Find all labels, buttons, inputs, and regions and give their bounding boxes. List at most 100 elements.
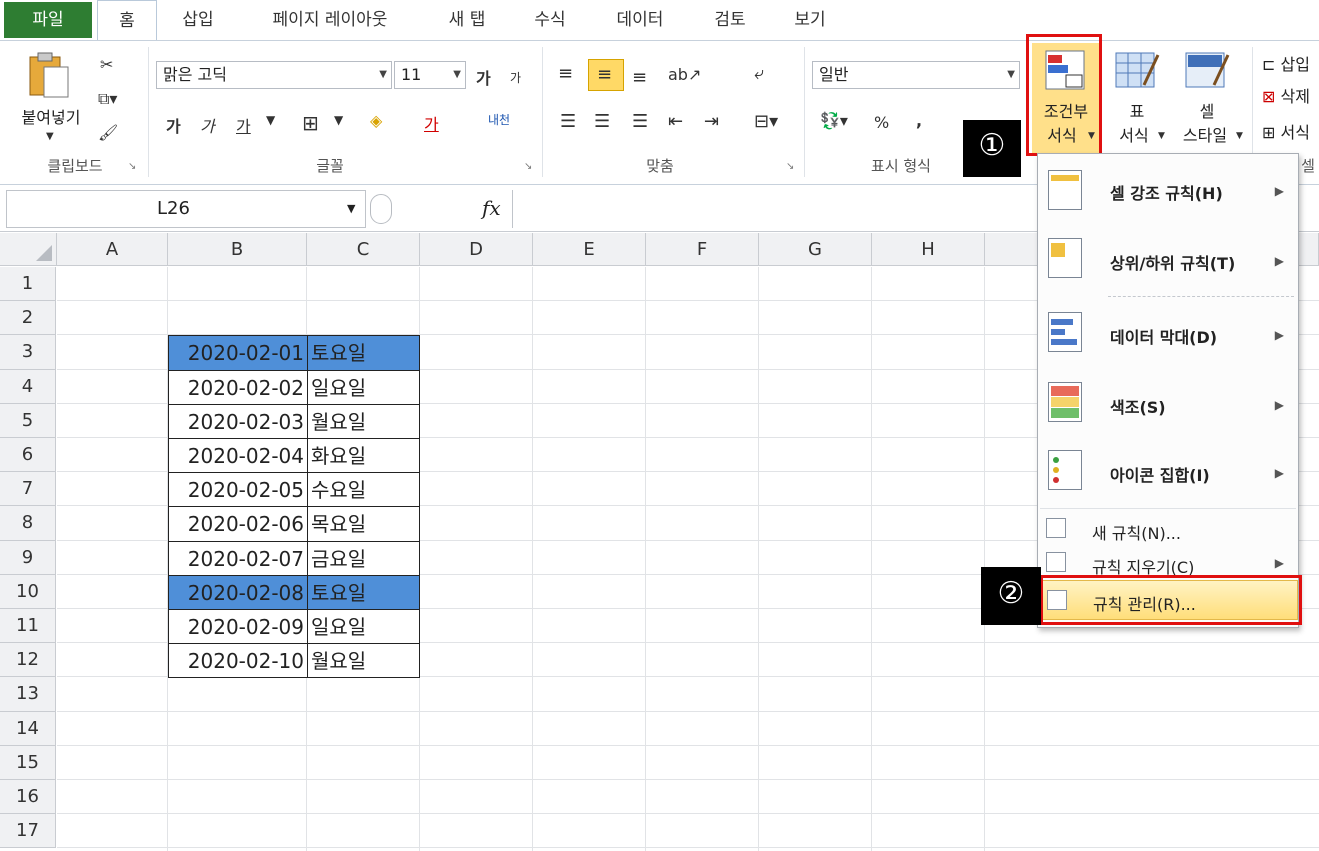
align-top-icon[interactable]: ≡ [558, 63, 573, 84]
menu-item-icon-sets[interactable]: 아이콘 집합(I) ▶ [1038, 438, 1298, 504]
row-header[interactable]: 1 [0, 267, 56, 302]
copy-icon[interactable]: ⧉▾ [98, 89, 117, 109]
cell-date[interactable]: 2020-02-08 [168, 574, 308, 610]
cell-weekday[interactable]: 금요일 [307, 540, 420, 576]
insert-cells-button[interactable]: ⊏ 삽입 [1262, 51, 1319, 75]
format-as-table-button[interactable]: 표 서식 ▼ [1106, 43, 1168, 153]
column-header[interactable]: B [168, 233, 307, 266]
number-format-combo[interactable]: 일반 ▼ [812, 61, 1020, 89]
chevron-down-icon[interactable]: ▼ [334, 113, 343, 127]
cell-weekday[interactable]: 토요일 [307, 574, 420, 610]
cell-date[interactable]: 2020-02-05 [168, 472, 308, 508]
fill-color-icon[interactable]: ◈ [370, 111, 382, 130]
cell-styles-button[interactable]: 셀 스타일 ▼ [1172, 43, 1248, 153]
column-header[interactable]: H [872, 233, 985, 266]
wrap-text-icon[interactable]: ⤶ [754, 63, 764, 84]
menu-item-highlight-cell-rules[interactable]: 셀 강조 규칙(H) ▶ [1038, 156, 1298, 224]
column-header[interactable]: A [57, 233, 168, 266]
formula-bar-splitter[interactable] [370, 194, 392, 224]
function-icon[interactable]: fx [482, 196, 501, 220]
cell-weekday[interactable]: 토요일 [307, 335, 420, 371]
cell-weekday[interactable]: 월요일 [307, 403, 420, 439]
row-header[interactable]: 14 [0, 711, 56, 746]
align-center-icon[interactable]: ☰ [594, 111, 610, 132]
column-header[interactable]: D [420, 233, 533, 266]
menu-item-data-bars[interactable]: 데이터 막대(D) ▶ [1038, 300, 1298, 366]
currency-icon[interactable]: 💱▾ [820, 111, 848, 130]
cell-date[interactable]: 2020-02-07 [168, 540, 308, 576]
row-header[interactable]: 8 [0, 506, 56, 541]
align-left-icon[interactable]: ☰ [560, 111, 576, 132]
dialog-launcher-icon[interactable]: ↘ [128, 161, 136, 172]
row-header[interactable]: 16 [0, 780, 56, 815]
align-bottom-icon[interactable]: ≡ [632, 67, 647, 88]
font-name-combo[interactable]: 맑은 고딕 ▼ [156, 61, 392, 89]
increase-indent-icon[interactable]: ⇥ [704, 111, 719, 132]
tab-new[interactable]: 새 탭 [432, 0, 502, 40]
row-header[interactable]: 6 [0, 438, 56, 473]
cell-date[interactable]: 2020-02-10 [168, 643, 308, 679]
formula-input[interactable] [512, 190, 1032, 228]
cut-icon[interactable]: ✂ [100, 55, 113, 74]
border-icon[interactable]: ⊞ [302, 111, 319, 135]
italic-button[interactable]: 가 [200, 113, 215, 137]
format-painter-icon[interactable]: 🖌 [98, 123, 118, 142]
row-header[interactable]: 5 [0, 403, 56, 438]
cell-weekday[interactable]: 화요일 [307, 438, 420, 474]
dialog-launcher-icon[interactable]: ↘ [786, 161, 794, 172]
row-header[interactable]: 3 [0, 335, 56, 370]
font-color-icon[interactable]: 가 [424, 111, 439, 135]
cell-date[interactable]: 2020-02-01 [168, 335, 308, 371]
orientation-icon[interactable]: ab↗ [668, 65, 701, 84]
align-middle-button[interactable]: ≡ [588, 59, 624, 91]
align-right-icon[interactable]: ☰ [632, 111, 648, 132]
chevron-down-icon[interactable]: ▼ [266, 113, 275, 127]
menu-item-top-bottom-rules[interactable]: 상위/하위 규칙(T) ▶ [1038, 226, 1298, 294]
tab-file[interactable]: 파일 [4, 2, 92, 38]
tab-home[interactable]: 홈 [97, 0, 157, 40]
tab-view[interactable]: 보기 [780, 0, 840, 40]
cell-date[interactable]: 2020-02-04 [168, 438, 308, 474]
percent-button[interactable]: % [874, 113, 889, 132]
row-header[interactable]: 11 [0, 609, 56, 644]
cell-weekday[interactable]: 월요일 [307, 643, 420, 679]
tab-page-layout[interactable]: 페이지 레이아웃 [250, 0, 410, 40]
dialog-launcher-icon[interactable]: ↘ [524, 161, 532, 172]
row-header[interactable]: 15 [0, 745, 56, 780]
row-header[interactable]: 12 [0, 643, 56, 678]
decrease-indent-icon[interactable]: ⇤ [668, 111, 683, 132]
column-header[interactable]: G [759, 233, 872, 266]
cell-date[interactable]: 2020-02-03 [168, 403, 308, 439]
cell-date[interactable]: 2020-02-09 [168, 609, 308, 645]
format-cells-button[interactable]: ⊞ 서식 [1262, 119, 1319, 143]
row-header[interactable]: 13 [0, 677, 56, 712]
row-header[interactable]: 10 [0, 574, 56, 609]
menu-item-color-scales[interactable]: 색조(S) ▶ [1038, 368, 1298, 436]
row-header[interactable]: 17 [0, 814, 56, 849]
row-header[interactable]: 4 [0, 369, 56, 404]
cell-weekday[interactable]: 목요일 [307, 506, 420, 542]
tab-insert[interactable]: 삽입 [168, 0, 228, 40]
cell-date[interactable]: 2020-02-02 [168, 369, 308, 405]
merge-center-icon[interactable]: ⊟▾ [754, 111, 778, 132]
select-all-corner[interactable] [0, 233, 57, 266]
tab-formulas[interactable]: 수식 [520, 0, 580, 40]
tab-review[interactable]: 검토 [700, 0, 760, 40]
column-header[interactable]: E [533, 233, 646, 266]
cell-weekday[interactable]: 수요일 [307, 472, 420, 508]
menu-item-new-rule[interactable]: 새 규칙(N)... [1038, 514, 1298, 546]
delete-cells-button[interactable]: ⊠ 삭제 [1262, 83, 1319, 107]
paste-button[interactable]: 붙여넣기 ▼ [6, 47, 86, 147]
phonetic-icon[interactable]: 내천 [488, 111, 510, 128]
cell-weekday[interactable]: 일요일 [307, 609, 420, 645]
font-size-combo[interactable]: 11 ▼ [394, 61, 466, 89]
row-header[interactable]: 2 [0, 301, 56, 336]
cell-weekday[interactable]: 일요일 [307, 369, 420, 405]
row-header[interactable]: 7 [0, 472, 56, 507]
column-header[interactable]: F [646, 233, 759, 266]
name-box[interactable]: L26 ▼ [6, 190, 366, 228]
shrink-font-button[interactable]: 가 [510, 69, 521, 86]
comma-button[interactable]: , [916, 111, 922, 130]
row-header[interactable]: 9 [0, 540, 56, 575]
column-header[interactable]: C [307, 233, 420, 266]
